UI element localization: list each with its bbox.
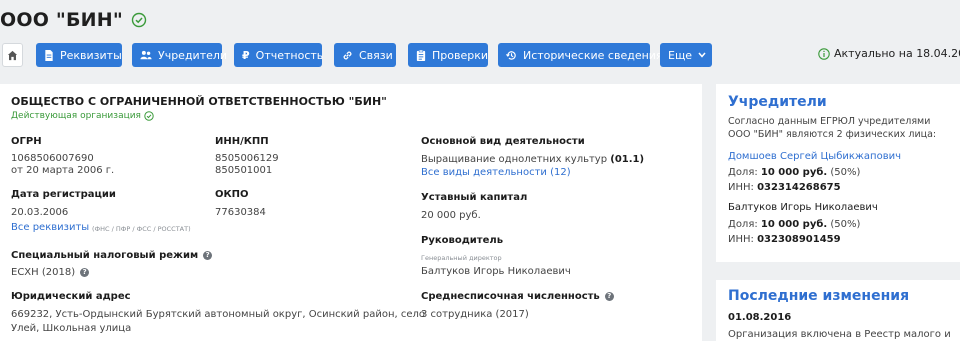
all-activities-link[interactable]: Все виды деятельности (12): [421, 167, 571, 178]
okpo-value: 77630384: [215, 207, 266, 218]
page-title-row: ООО "БИН": [0, 8, 147, 32]
section-toolbar: Реквизиты Учредители ₽ Отчетность Связи …: [0, 43, 960, 69]
changes-title: Последние изменения: [728, 288, 910, 304]
address-label: Юридический адрес: [11, 291, 131, 302]
activity-value: Выращивание однолетних культур (01.1): [421, 154, 645, 165]
employees-value: 3 сотрудника (2017): [421, 309, 529, 320]
capital-value: 20 000 руб.: [421, 210, 481, 221]
inn-value: 8505006129: [215, 153, 279, 164]
ogrn-value: 1068506007690: [11, 153, 94, 164]
requisites-sources-note: (ФНС / ПФР / ФСС / РОССТАТ): [92, 225, 191, 233]
more-dropdown-button[interactable]: Еще: [660, 43, 712, 67]
requisites-button[interactable]: Реквизиты: [36, 43, 122, 67]
address-line-2: Улей, Школьная улица: [11, 323, 132, 334]
ruble-icon: ₽: [242, 48, 250, 62]
checks-button[interactable]: Проверки: [408, 43, 488, 67]
address-line-1: 669232, Усть-Ордынский Бурятский автоном…: [11, 309, 425, 320]
users-icon: [140, 50, 152, 60]
director-name: Балтуков Игорь Николаевич: [421, 266, 571, 277]
help-icon[interactable]: ?: [604, 292, 614, 301]
reporting-button[interactable]: ₽ Отчетность: [234, 43, 323, 67]
founders-button[interactable]: Учредители: [132, 43, 227, 67]
founder-inn: ИНН: 032308901459: [728, 234, 841, 245]
founder-share: Доля: 10 000 руб. (50%): [728, 219, 861, 230]
director-position: Генеральный директор: [421, 254, 502, 262]
tax-regime-label: Специальный налоговый режим ?: [11, 250, 213, 261]
founders-title: Учредители: [728, 94, 827, 110]
page-title: ООО "БИН": [0, 9, 123, 31]
kpp-value: 850501001: [215, 165, 273, 176]
status-check-icon: [144, 111, 154, 121]
reg-date-value: 20.03.2006: [11, 207, 69, 218]
founder-name: Балтуков Игорь Николаевич: [728, 202, 878, 213]
founder-inn: ИНН: 032314268675: [728, 182, 841, 193]
link-icon: [343, 51, 352, 59]
founder-name-link[interactable]: Домшоев Сергей Цыбикжапович: [728, 151, 901, 162]
chevron-down-icon: [698, 52, 706, 58]
info-icon: [818, 47, 830, 60]
director-label: Руководитель: [421, 235, 504, 246]
checklist-icon: [416, 49, 426, 61]
verified-check-icon: [131, 12, 147, 28]
history-icon: [506, 50, 516, 60]
help-icon[interactable]: ?: [203, 251, 213, 260]
links-button[interactable]: Связи: [334, 43, 396, 67]
employees-label: Среднесписочная численность ?: [421, 291, 614, 302]
history-button[interactable]: Исторические сведения: [498, 43, 663, 67]
all-requisites-link[interactable]: Все реквизиты: [11, 222, 89, 233]
org-status: Действующая организация: [11, 111, 154, 121]
ogrn-date: от 20 марта 2006 г.: [11, 165, 115, 176]
founders-card: Учредители Согласно данным ЕГРЮЛ учредит…: [716, 84, 960, 262]
okpo-label: ОКПО: [215, 189, 249, 200]
capital-label: Уставный капитал: [421, 192, 528, 203]
help-icon[interactable]: ?: [80, 268, 90, 277]
reg-date-label: Дата регистрации: [11, 189, 116, 200]
inn-kpp-label: ИНН/КПП: [215, 136, 269, 147]
actual-date: Актуально на 18.04.2019: [818, 47, 960, 60]
change-date: 01.08.2016: [728, 312, 792, 323]
latest-changes-card: Последние изменения 01.08.2016 Организац…: [716, 280, 960, 341]
activity-label: Основной вид деятельности: [421, 136, 585, 147]
org-full-name: ОБЩЕСТВО С ОГРАНИЧЕННОЙ ОТВЕТСТВЕННОСТЬЮ…: [11, 95, 387, 108]
tax-regime-value: ЕСХН (2018) ?: [11, 267, 90, 278]
founders-intro: Согласно данным ЕГРЮЛ учредителями ООО "…: [728, 116, 937, 140]
ogrn-label: ОГРН: [11, 136, 42, 147]
home-button[interactable]: [2, 43, 23, 67]
change-text: Организация включена в Реестр малого и: [728, 329, 951, 340]
home-icon: [7, 50, 18, 60]
company-details-card: ОБЩЕСТВО С ОГРАНИЧЕННОЙ ОТВЕТСТВЕННОСТЬЮ…: [0, 84, 702, 341]
founder-share: Доля: 10 000 руб. (50%): [728, 167, 861, 178]
document-icon: [45, 49, 53, 61]
